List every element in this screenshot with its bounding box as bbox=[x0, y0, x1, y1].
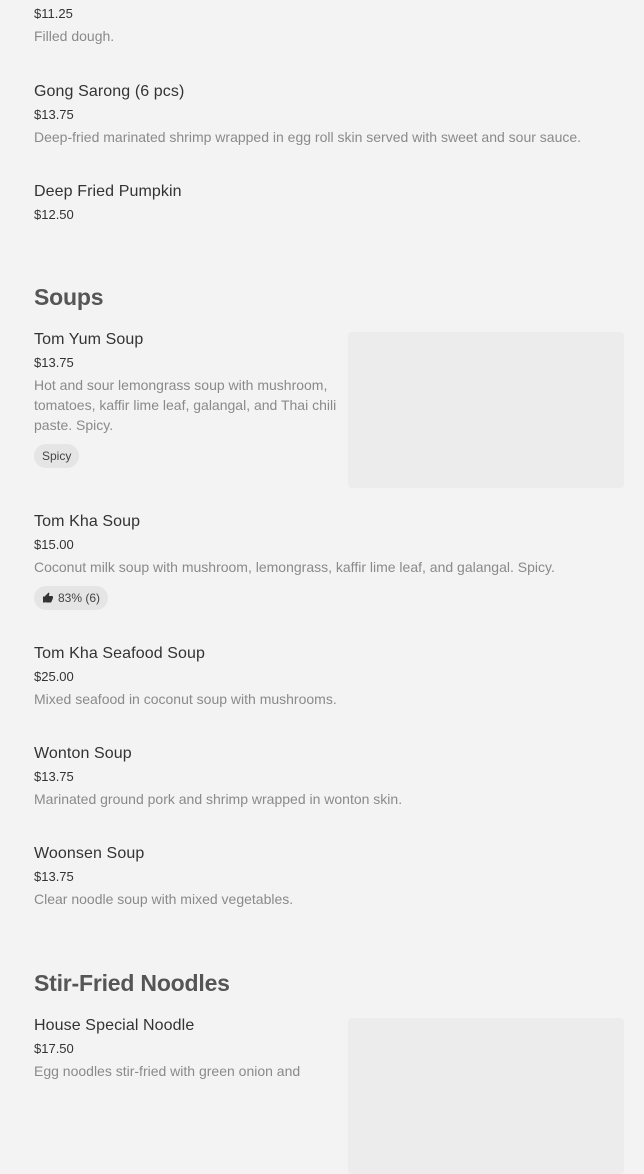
menu-item[interactable]: Woonsen Soup $13.75 Clear noodle soup wi… bbox=[34, 844, 624, 909]
section-title-noodles: Stir-Fried Noodles bbox=[34, 970, 230, 996]
item-name: Gong Sarong (6 pcs) bbox=[34, 83, 185, 100]
menu-item[interactable]: Deep Fried Pumpkin $12.50 bbox=[34, 182, 624, 223]
item-description: Filled dough. bbox=[34, 28, 115, 44]
menu-item[interactable]: Tom Kha Seafood Soup $25.00 Mixed seafoo… bbox=[34, 644, 624, 709]
item-price: $12.50 bbox=[34, 207, 74, 222]
item-name: Wonton Soup bbox=[34, 745, 132, 762]
item-price: $11.25 bbox=[34, 6, 73, 21]
item-description: Clear noodle soup with mixed vegetables. bbox=[34, 891, 294, 907]
badge-label: Spicy bbox=[42, 449, 72, 463]
item-price: $13.75 bbox=[34, 769, 74, 784]
item-price: $25.00 bbox=[34, 669, 74, 684]
item-description: Marinated ground pork and shrimp wrapped… bbox=[34, 791, 403, 807]
item-price: $13.75 bbox=[34, 869, 74, 884]
item-image[interactable] bbox=[348, 332, 624, 488]
item-image[interactable] bbox=[348, 1018, 624, 1174]
item-name: Woonsen Soup bbox=[34, 845, 145, 862]
item-description: Egg noodles stir-fried with green onion … bbox=[34, 1063, 301, 1079]
spicy-badge: Spicy bbox=[34, 444, 80, 468]
rating-label: 83% (6) bbox=[58, 591, 101, 605]
thumbs-up-icon bbox=[43, 592, 53, 603]
item-name: Tom Kha Soup bbox=[34, 513, 141, 530]
menu-item[interactable]: Wonton Soup $13.75 Marinated ground pork… bbox=[34, 744, 624, 809]
item-description: Hot and sour lemongrass soup with mushro… bbox=[34, 377, 337, 433]
section-title-soups: Soups bbox=[34, 284, 104, 310]
item-price: $13.75 bbox=[34, 107, 74, 122]
item-description: Deep-fried marinated shrimp wrapped in e… bbox=[34, 129, 582, 145]
menu-item[interactable]: Tom Kha Soup $15.00 Coconut milk soup wi… bbox=[34, 512, 624, 610]
item-name: Tom Kha Seafood Soup bbox=[34, 645, 206, 662]
item-price: $15.00 bbox=[34, 537, 74, 552]
menu-item[interactable]: Gong Sarong (6 pcs) $13.75 Deep-fried ma… bbox=[34, 82, 624, 147]
item-name: Deep Fried Pumpkin bbox=[34, 183, 182, 200]
menu-item[interactable]: $11.25 Filled dough. bbox=[34, 0, 624, 46]
item-description: Mixed seafood in coconut soup with mushr… bbox=[34, 691, 337, 707]
rating-badge: 83% (6) bbox=[34, 586, 109, 610]
item-description: Coconut milk soup with mushroom, lemongr… bbox=[34, 559, 555, 575]
